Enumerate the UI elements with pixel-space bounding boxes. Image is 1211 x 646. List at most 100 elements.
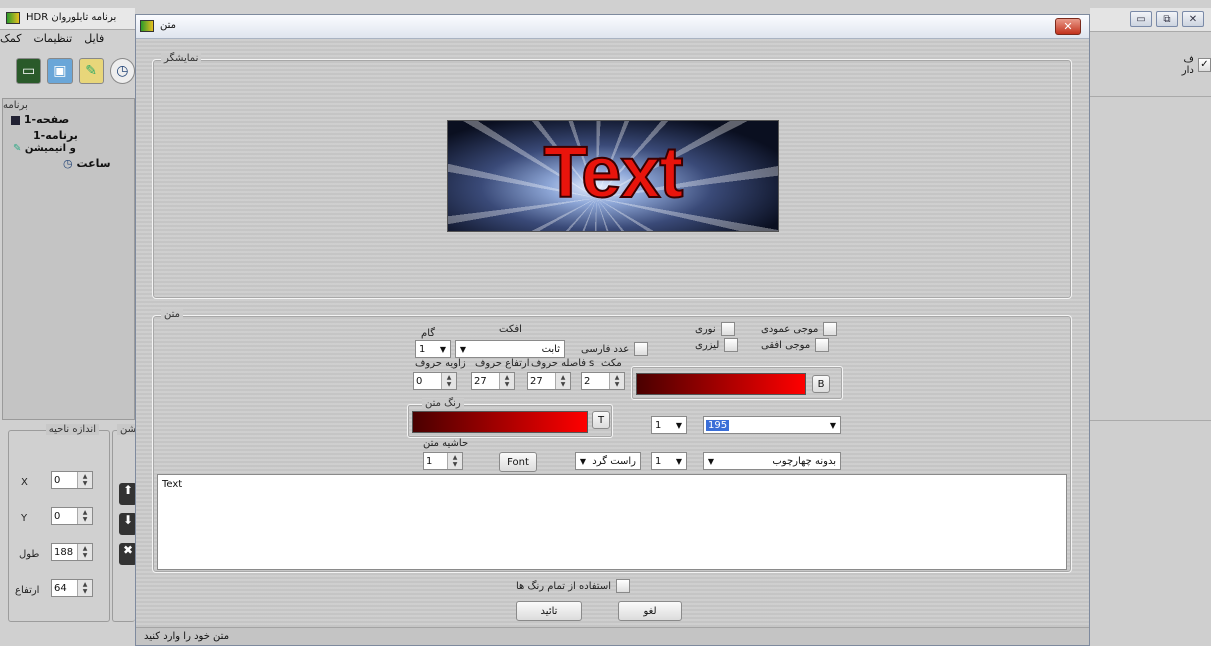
text-border-label: حاشیه متن — [423, 438, 469, 449]
tree-item-clock[interactable]: ساعت ◷ — [63, 157, 111, 170]
persian-number-check[interactable] — [634, 342, 649, 356]
preview-text: Text — [543, 132, 685, 214]
vertical-wave-checkbox[interactable]: موجی عمودی — [761, 322, 838, 336]
main-window-titlebar: برنامه تابلوروان HDR — [0, 8, 135, 30]
chevron-down-icon: ▼ — [707, 456, 715, 466]
area-size-label: اندازه ناحیه — [45, 424, 99, 435]
cancel-button[interactable]: لغو — [618, 601, 682, 621]
divider — [1090, 420, 1211, 421]
tree-item-page[interactable]: صفحه-1 — [11, 113, 69, 126]
dialog-title: متن — [160, 20, 176, 31]
laser-checkbox[interactable]: لیزری — [695, 338, 739, 352]
text-color-group: رنگ متن T — [407, 398, 613, 438]
clock-icon[interactable]: ◷ — [109, 58, 135, 84]
menu-settings[interactable]: تنظیمات — [33, 32, 72, 48]
monitor-icon[interactable]: ▭ — [16, 58, 42, 84]
neon-checkbox[interactable]: نوری — [695, 322, 735, 336]
main-window-title: برنامه تابلوروان HDR — [26, 12, 117, 23]
font-size-select[interactable]: 1 ▼ — [651, 416, 687, 434]
animation-group: یشن ⬆ ⬇ ✖ — [112, 424, 143, 622]
align-select[interactable]: راست گرد ▼ — [575, 452, 641, 470]
step-label: گام — [421, 328, 435, 339]
laser-check[interactable] — [724, 338, 739, 352]
main-menubar: فایل تنظیمات کمک — [0, 32, 135, 48]
text-content-input[interactable]: Text — [157, 474, 1067, 570]
app-icon — [140, 20, 154, 32]
pause-input[interactable]: 2 ▲ ▼ — [581, 372, 625, 390]
bg-color-button[interactable]: B — [812, 375, 830, 393]
letter-spacing-label: فاصله حروف — [531, 358, 587, 369]
font-button[interactable]: Font — [499, 452, 537, 472]
chevron-down-icon: ▼ — [675, 456, 683, 466]
chevron-down-icon: ▼ — [579, 456, 587, 466]
neon-check[interactable] — [720, 322, 735, 336]
letter-angle-label: زاویه حروف — [415, 358, 466, 369]
line-select[interactable]: 1 ▼ — [651, 452, 687, 470]
height-label: ارتفاع — [15, 585, 40, 596]
chevron-down-icon: ▼ — [459, 344, 467, 354]
maximize-icon[interactable]: ⧉ — [1156, 11, 1178, 27]
program-tree-panel: برنامه صفحه-1 برنامه-1 و انیمیشن ✎ ساعت … — [2, 98, 135, 420]
checkmark-icon[interactable]: ✓ — [1197, 58, 1211, 72]
program-section-label: برنامه — [3, 100, 28, 111]
vertical-wave-check[interactable] — [823, 322, 838, 336]
use-all-colors-checkbox[interactable]: استفاده از تمام رنگ ها — [516, 579, 630, 593]
width-input[interactable]: 188 ▲ ▼ — [51, 543, 93, 561]
y-input[interactable]: 0 ▲ ▼ — [51, 507, 93, 525]
text-frame-label: متن — [161, 309, 183, 320]
text-color-button[interactable]: T — [592, 411, 610, 429]
letter-height-label: ارتفاع حروف — [475, 358, 530, 369]
area-size-group: اندازه ناحیه X 0 ▲ ▼ Y 0 ▲ ▼ طول 188 ▲ ▼ ارتفا… — [8, 424, 110, 622]
monitor-icon — [11, 115, 20, 125]
letter-spacing-input[interactable]: 27 ▲ ▼ — [527, 372, 571, 390]
letter-angle-input[interactable]: 0 ▲ ▼ — [413, 372, 457, 390]
x-input[interactable]: 0 ▲ ▼ — [51, 471, 93, 489]
seconds-label: s — [589, 358, 595, 369]
preview-frame: نمایشگر Text — [152, 53, 1072, 299]
persian-number-checkbox[interactable]: عدد فارسی — [581, 342, 649, 356]
text-border-input[interactable]: 1 ▲ ▼ — [423, 452, 463, 470]
chevron-down-icon: ▼ — [829, 420, 837, 430]
effect-select[interactable]: ثابت ▼ — [455, 340, 565, 358]
x-label: X — [21, 477, 28, 488]
divider — [1090, 96, 1211, 97]
close-icon[interactable]: ✕ — [1182, 11, 1204, 27]
ok-button[interactable]: تائید — [516, 601, 582, 621]
text-settings-frame: متن موجی عمودی موجی افقی نوری لیزری افکت… — [152, 309, 1072, 573]
bg-color-swatch[interactable] — [636, 373, 806, 395]
status-text: متن خود را وارد کنید — [144, 631, 230, 642]
window-icon[interactable]: ▣ — [47, 58, 73, 84]
effect-label: افکت — [499, 324, 522, 335]
main-toolbar: ▭ ▣ ✎ ◷ — [4, 54, 135, 88]
status-bar: متن خود را وارد کنید — [136, 627, 1089, 645]
menu-file[interactable]: فایل — [84, 32, 104, 48]
step-select[interactable]: 1 ▼ — [415, 340, 451, 358]
paint-icon[interactable]: ✎ — [78, 58, 104, 84]
right-checkbox[interactable]: ✓ ف دار — [1170, 54, 1211, 76]
bg-color-group: B — [631, 366, 843, 400]
horizontal-wave-checkbox[interactable]: موجی افقی — [761, 338, 830, 352]
clock-icon: ◷ — [63, 157, 73, 170]
chevron-down-icon: ▼ — [675, 420, 683, 430]
font-name-select[interactable]: 195 ▼ — [703, 416, 841, 434]
paint-icon: ✎ — [13, 143, 22, 154]
tree-item-animation[interactable]: و انیمیشن ✎ — [13, 143, 76, 154]
menu-help[interactable]: کمک — [0, 32, 21, 48]
frame-select[interactable]: بدونه چهارچوب ▼ — [703, 452, 841, 470]
height-input[interactable]: 64 ▲ ▼ — [51, 579, 93, 597]
text-color-swatch[interactable] — [412, 411, 588, 433]
horizontal-wave-check[interactable] — [815, 338, 830, 352]
app-icon — [6, 12, 20, 24]
close-button[interactable]: ✕ — [1055, 18, 1081, 35]
dialog-titlebar: متن ✕ — [136, 15, 1089, 39]
use-all-colors-check[interactable] — [615, 579, 630, 593]
right-panel: ▭ ⧉ ✕ ✓ ف دار — [1090, 0, 1211, 646]
chevron-down-icon: ▼ — [439, 344, 447, 354]
letter-height-input[interactable]: 27 ▲ ▼ — [471, 372, 515, 390]
tree-item-program[interactable]: برنامه-1 — [33, 129, 78, 142]
text-dialog: متن ✕ نمایشگر Text متن موجی عمودی موجی ا… — [135, 14, 1090, 646]
pause-label: مکث — [601, 358, 622, 369]
width-label: طول — [19, 549, 40, 560]
led-preview-screen: Text — [447, 120, 779, 232]
minimize-icon[interactable]: ▭ — [1130, 11, 1152, 27]
